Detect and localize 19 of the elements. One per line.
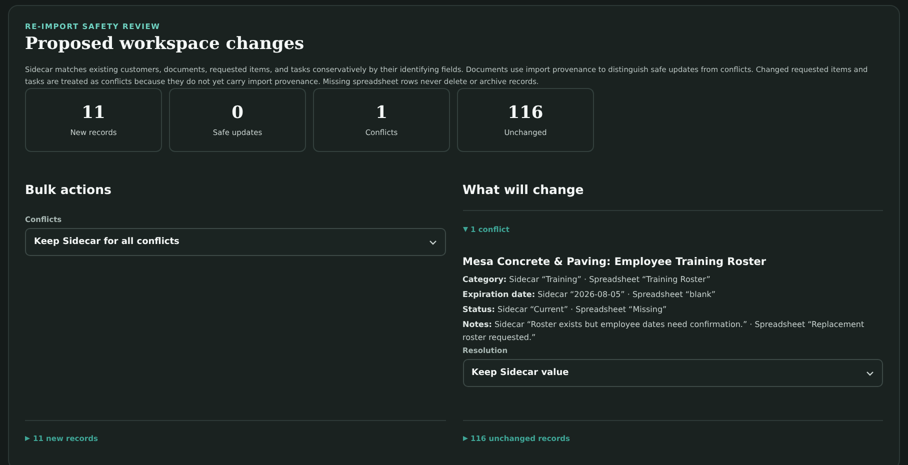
section-heading: Bulk actions (25, 182, 112, 197)
chevron-down-icon (866, 370, 874, 376)
change-detail: Notes: Sidecar “Roster exists but employee dates need confirmation.” · Spreadsheet “Replacement roster requested.” (462, 319, 866, 344)
record-title: Mesa Concrete & Paving: Employee Training Roster (462, 256, 768, 268)
page-title: Proposed workspace changes (25, 34, 304, 54)
section-heading: What will change (462, 182, 585, 197)
triangle-icon (25, 436, 30, 441)
stat-value: 11 (82, 103, 106, 123)
conflicts-dropdown[interactable]: Keep Sidecar for all conflicts (25, 228, 446, 256)
chevron-down-icon (428, 240, 436, 244)
stat-value: 116 (508, 103, 544, 123)
triangle-icon (462, 436, 468, 441)
change-detail: Expiration date: Sidecar “2026-08-05” · Spreadsheet “blank” (462, 289, 717, 301)
stat-value: 0 (232, 103, 244, 123)
change-detail: Category: Sidecar “Training” · Spreadsheet “Training Roster” (462, 274, 712, 286)
triangle-icon (462, 227, 468, 232)
change-detail: Status: Sidecar “Current” · Spreadsheet “Missing” (462, 304, 668, 316)
resolution-dropdown[interactable]: Keep Sidecar value (462, 359, 883, 387)
stat-value: 1 (376, 103, 388, 123)
